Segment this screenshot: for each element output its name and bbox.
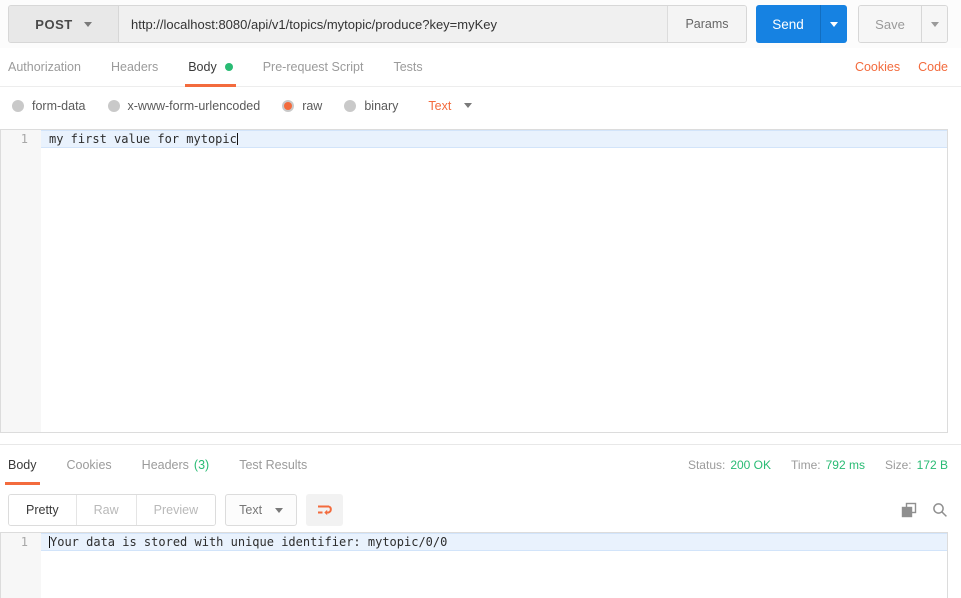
copy-icon: [901, 502, 917, 518]
request-bar: POST Params Send Save: [0, 0, 961, 48]
tab-tests[interactable]: Tests: [393, 48, 422, 86]
editor-gutter: 1: [1, 533, 41, 598]
view-mode-preview[interactable]: Preview: [136, 495, 216, 525]
response-meta: Status: 200 OK Time: 792 ms Size: 172 B: [688, 445, 948, 485]
response-tool-icons: [901, 502, 948, 518]
response-header: Body Cookies Headers (3) Test Results St…: [0, 445, 961, 485]
status-label: Status:: [687, 458, 726, 472]
editor-active-line: my first value for mytopic: [41, 130, 947, 148]
request-body-editor: 1 my first value for mytopic: [0, 129, 948, 433]
size-label: Size:: [884, 458, 912, 472]
radio-label: form-data: [32, 98, 86, 113]
send-split-button: Send: [756, 5, 847, 43]
radio-x-www-form-urlencoded[interactable]: x-www-form-urlencoded: [107, 98, 261, 113]
save-split-button: Save: [858, 5, 948, 43]
tab-label: Body: [188, 60, 217, 74]
view-mode-group: Pretty Raw Preview: [8, 494, 217, 526]
response-tab-headers[interactable]: Headers (3): [142, 445, 210, 485]
editor-gutter: 1: [1, 130, 41, 432]
text-cursor: [236, 133, 238, 145]
save-button[interactable]: Save: [859, 6, 921, 42]
editor-text: Your data is stored with unique identifi…: [50, 535, 448, 549]
wrap-text-button[interactable]: [306, 494, 344, 526]
radio-selected-icon: [282, 99, 295, 112]
url-input[interactable]: [119, 6, 668, 42]
tab-label: Headers: [110, 60, 159, 74]
size-badge: Size: 172 B: [885, 458, 948, 472]
time-value: 792 ms: [825, 458, 865, 472]
chevron-down-icon: [275, 507, 284, 513]
status-badge: Status: 200 OK: [688, 458, 771, 472]
tab-label: Pre-request Script: [262, 60, 364, 74]
method-dropdown[interactable]: POST: [9, 6, 119, 42]
search-response-button[interactable]: [932, 502, 948, 518]
editor-content[interactable]: my first value for mytopic: [41, 130, 947, 432]
radio-label: binary: [364, 98, 399, 113]
method-label: POST: [35, 16, 73, 32]
radio-icon: [12, 99, 24, 112]
url-group: POST Params: [8, 5, 747, 43]
save-options-button[interactable]: [921, 6, 947, 42]
tab-authorization[interactable]: Authorization: [8, 48, 81, 86]
editor-content[interactable]: Your data is stored with unique identifi…: [41, 533, 947, 598]
radio-label: raw: [302, 98, 323, 113]
response-body-editor: 1 Your data is stored with unique identi…: [0, 532, 948, 598]
postman-request-view: POST Params Send Save Authorization Head…: [0, 0, 961, 598]
response-tab-cookies[interactable]: Cookies: [67, 445, 112, 485]
radio-label: x-www-form-urlencoded: [127, 98, 261, 113]
copy-response-button[interactable]: [901, 502, 917, 518]
tab-label: Authorization: [8, 60, 81, 74]
wrap-text-icon: [318, 505, 332, 515]
response-toolbar: Pretty Raw Preview Text: [0, 492, 961, 528]
tab-pre-request-script[interactable]: Pre-request Script: [263, 48, 364, 86]
code-link[interactable]: Code: [918, 48, 948, 86]
view-mode-raw[interactable]: Raw: [76, 495, 137, 525]
line-number: 1: [20, 132, 28, 146]
radio-form-data[interactable]: form-data: [12, 99, 86, 113]
format-label: Text: [239, 503, 263, 517]
radio-icon: [344, 99, 357, 112]
chevron-down-icon: [464, 103, 473, 108]
tab-label: Cookies: [66, 458, 112, 472]
search-icon: [933, 503, 947, 517]
view-mode-pretty[interactable]: Pretty: [9, 495, 77, 525]
editor-active-line: Your data is stored with unique identifi…: [41, 533, 947, 551]
time-badge: Time: 792 ms: [791, 458, 865, 472]
body-format-dropdown[interactable]: Text: [428, 98, 473, 113]
tab-label: Tests: [393, 60, 423, 74]
tab-body[interactable]: Body: [185, 48, 236, 87]
time-label: Time:: [791, 458, 821, 472]
format-label: Text: [428, 98, 452, 113]
tab-label: Body: [8, 458, 37, 472]
headers-count-badge: (3): [193, 458, 210, 472]
status-value: 200 OK: [730, 458, 772, 472]
radio-icon: [107, 99, 120, 112]
send-options-button[interactable]: [820, 5, 847, 43]
cookies-link[interactable]: Cookies: [855, 48, 900, 86]
tab-headers[interactable]: Headers: [111, 48, 158, 86]
chevron-down-icon: [83, 21, 92, 27]
chevron-down-icon: [930, 21, 939, 27]
request-tabs: Authorization Headers Body Pre-request S…: [0, 48, 961, 87]
unsaved-changes-dot: [224, 63, 233, 71]
body-type-row: form-data x-www-form-urlencoded raw bina…: [0, 87, 961, 124]
size-value: 172 B: [916, 458, 948, 472]
response-tab-body[interactable]: Body: [5, 445, 39, 485]
tab-label: Test Results: [239, 458, 308, 472]
tab-label: Headers: [141, 458, 189, 472]
radio-binary[interactable]: binary: [344, 99, 398, 113]
chevron-down-icon: [830, 21, 838, 27]
response-format-dropdown[interactable]: Text: [225, 494, 298, 526]
params-button[interactable]: Params: [668, 6, 746, 42]
editor-text: my first value for mytopic: [49, 132, 237, 146]
line-number: 1: [20, 535, 28, 549]
send-button[interactable]: Send: [756, 5, 820, 43]
response-tab-test-results[interactable]: Test Results: [239, 445, 307, 485]
radio-raw[interactable]: raw: [282, 99, 322, 113]
